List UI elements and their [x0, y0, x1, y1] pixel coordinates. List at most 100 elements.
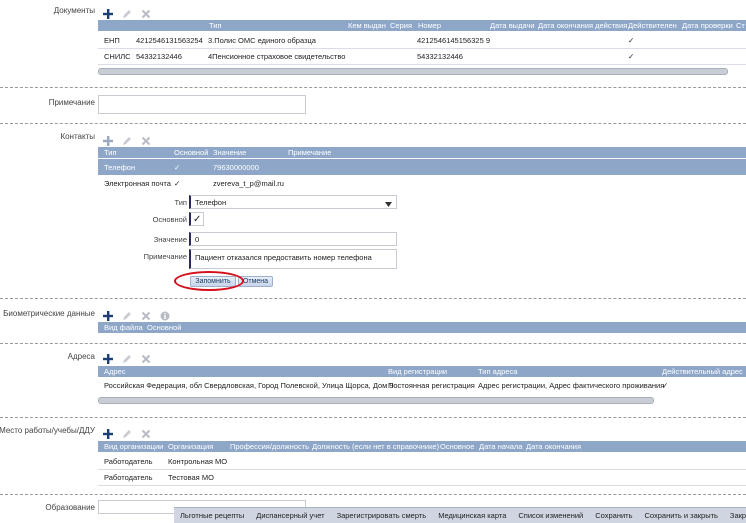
col-header[interactable]: Профессия/должность [230, 442, 309, 451]
table-row[interactable]: Работодатель Контрольная МО [98, 453, 746, 470]
work-grid-header: Вид организации Организация Профессия/до… [98, 441, 746, 452]
col-header[interactable]: Тип [209, 21, 222, 30]
contact-type: Электронная почта [104, 179, 171, 188]
education-label: Образование [45, 503, 95, 512]
col-header[interactable]: Должность (если нет в справочнике) [312, 442, 439, 451]
contact-main: ✓ [174, 163, 181, 172]
documents-label: Документы [53, 6, 95, 15]
doc-code: 4212546131563254 [136, 36, 203, 45]
add-icon[interactable] [102, 429, 113, 440]
col-header[interactable]: Вид организации [104, 442, 163, 451]
work-org: Контрольная МО [168, 457, 228, 466]
col-header[interactable]: Тип [104, 148, 117, 157]
col-header[interactable]: Действительный адрес [662, 367, 743, 376]
col-header[interactable]: Дата проверки [682, 21, 733, 30]
edit-icon[interactable] [121, 9, 132, 20]
col-header[interactable]: Вид регистрации [388, 367, 447, 376]
delete-icon[interactable] [140, 9, 151, 20]
note-label: Примечание [48, 98, 95, 107]
value-input[interactable]: 0 [189, 232, 397, 246]
col-header[interactable]: Вид файла [104, 323, 143, 332]
addresses-grid-header: Адрес Вид регистрации Тип адреса Действи… [98, 366, 746, 377]
horizontal-scrollbar[interactable] [98, 397, 654, 404]
work-label: Место работы/учебы/ДДУ [0, 426, 95, 435]
table-row[interactable]: Работодатель Тестовая МО [98, 469, 746, 486]
col-header[interactable]: Основной [174, 148, 208, 157]
col-header[interactable]: Примечание [288, 148, 331, 157]
close-button[interactable]: Закрыть [724, 511, 746, 520]
edit-icon[interactable] [121, 429, 132, 440]
table-row[interactable]: Электронная почта ✓ zvereva_t_p@mail.ru [98, 175, 746, 191]
col-header[interactable]: Основной [147, 323, 181, 332]
divider [0, 494, 746, 495]
divider [0, 123, 746, 124]
col-header[interactable]: Дата выдачи [490, 21, 535, 30]
add-icon[interactable] [102, 354, 113, 365]
delete-icon[interactable] [140, 311, 151, 322]
horizontal-scrollbar[interactable] [98, 68, 728, 75]
preferential-prescriptions-button[interactable]: Льготные рецепты [174, 511, 250, 520]
form-main-label: Основной [152, 215, 187, 224]
delete-icon[interactable] [140, 354, 151, 365]
save-main-button[interactable]: Сохранить [589, 511, 638, 520]
table-row[interactable]: ЕНП 4212546131563254 3.Полис ОМС единого… [98, 32, 746, 49]
doc-number: 54332132446 [417, 52, 463, 61]
divider [0, 87, 746, 88]
doc-type: 3.Полис ОМС единого образца [208, 36, 316, 45]
col-header[interactable]: Кем выдан [348, 21, 386, 30]
add-icon[interactable] [102, 9, 113, 20]
documents-grid-header: Тип Кем выдан Серия Номер Дата выдачи Да… [98, 20, 746, 31]
edit-icon[interactable] [121, 136, 132, 147]
col-header[interactable]: Основное [440, 442, 474, 451]
edit-icon[interactable] [121, 311, 132, 322]
register-death-button[interactable]: Зарегистрировать смерть [331, 511, 433, 520]
table-row-selected[interactable]: Телефон ✓ 79630000000 [98, 159, 746, 175]
change-log-button[interactable]: Список изменений [512, 511, 589, 520]
col-header[interactable]: Дата окончания [526, 442, 581, 451]
doc-type: 4Пенсионное страховое свидетельство [208, 52, 346, 61]
table-row[interactable]: Российская Федерация, обл Свердловская, … [98, 377, 746, 393]
col-header[interactable]: Номер [418, 21, 441, 30]
col-header[interactable]: Организация [168, 442, 213, 451]
doc-valid-check: ✓ [628, 52, 635, 61]
edit-icon[interactable] [121, 354, 132, 365]
form-note-label: Примечание [143, 252, 187, 261]
table-row[interactable]: СНИЛС 54332132446 4Пенсионное страховое … [98, 48, 746, 65]
delete-icon[interactable] [140, 136, 151, 147]
save-and-close-button[interactable]: Сохранить и закрыть [639, 511, 724, 520]
address-type: Адрес регистрации, Адрес фактического пр… [478, 381, 665, 390]
red-highlight-ellipse [174, 271, 244, 291]
info-icon[interactable] [159, 311, 170, 322]
biometric-grid-header: Вид файла Основной [98, 322, 746, 333]
col-header[interactable]: Ст [736, 21, 745, 30]
col-header[interactable]: Дата окончания действия [538, 21, 627, 30]
addresses-label: Адреса [67, 352, 95, 361]
add-icon[interactable] [102, 136, 113, 147]
col-header[interactable]: Адрес [104, 367, 125, 376]
chevron-down-icon[interactable] [385, 200, 392, 209]
contact-value: zvereva_t_p@mail.ru [213, 179, 284, 188]
bottom-action-bar: Льготные рецепты Диспансерный учет Зарег… [174, 507, 746, 523]
col-header[interactable]: Значение [213, 148, 246, 157]
type-select-value: Телефон [195, 197, 227, 207]
divider [0, 298, 746, 299]
address-text: Российская Федерация, обл Свердловская, … [104, 381, 394, 390]
col-header[interactable]: Серия [390, 21, 412, 30]
add-icon[interactable] [102, 311, 113, 322]
address-reg: Постоянная регистрация [388, 381, 475, 390]
col-header[interactable]: Действителен [628, 21, 677, 30]
biometric-label: Биометрические данные [3, 309, 95, 318]
delete-icon[interactable] [140, 429, 151, 440]
contacts-grid-header: Тип Основной Значение Примечание [98, 147, 746, 158]
main-checkbox[interactable]: ✓ [189, 212, 204, 226]
col-header[interactable]: Дата начала [479, 442, 522, 451]
dispensary-button[interactable]: Диспансерный учет [250, 511, 330, 520]
type-select[interactable]: Телефон [189, 195, 397, 209]
contact-type: Телефон [104, 163, 136, 172]
medical-card-button[interactable]: Медицинская карта [432, 511, 512, 520]
doc-short: ЕНП [104, 36, 120, 45]
col-header[interactable]: Тип адреса [478, 367, 517, 376]
note-textarea[interactable]: Пациент отказался предоставить номер тел… [189, 249, 397, 269]
note-input[interactable] [98, 95, 306, 114]
form-type-label: Тип [174, 198, 187, 207]
